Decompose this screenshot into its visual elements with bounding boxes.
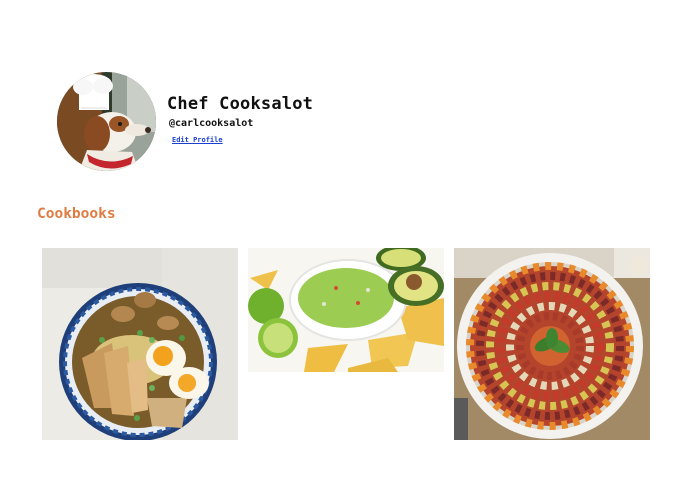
cookbooks-heading: Cookbooks bbox=[37, 206, 116, 222]
guacamole-chips-photo bbox=[248, 248, 444, 372]
cookbook-card-ramen[interactable] bbox=[42, 248, 238, 440]
chef-dog-photo bbox=[57, 72, 156, 171]
edit-profile-link[interactable]: Edit Profile bbox=[172, 136, 223, 144]
cookbook-card-ratatouille[interactable] bbox=[454, 248, 650, 440]
ratatouille-dish-photo bbox=[454, 248, 650, 440]
profile-handle: @carlcooksalot bbox=[169, 118, 254, 129]
profile-name: Chef Cooksalot bbox=[167, 94, 314, 114]
ramen-bowl-photo bbox=[42, 248, 238, 440]
profile-avatar bbox=[57, 72, 156, 171]
cookbook-card-guacamole[interactable] bbox=[248, 248, 444, 372]
